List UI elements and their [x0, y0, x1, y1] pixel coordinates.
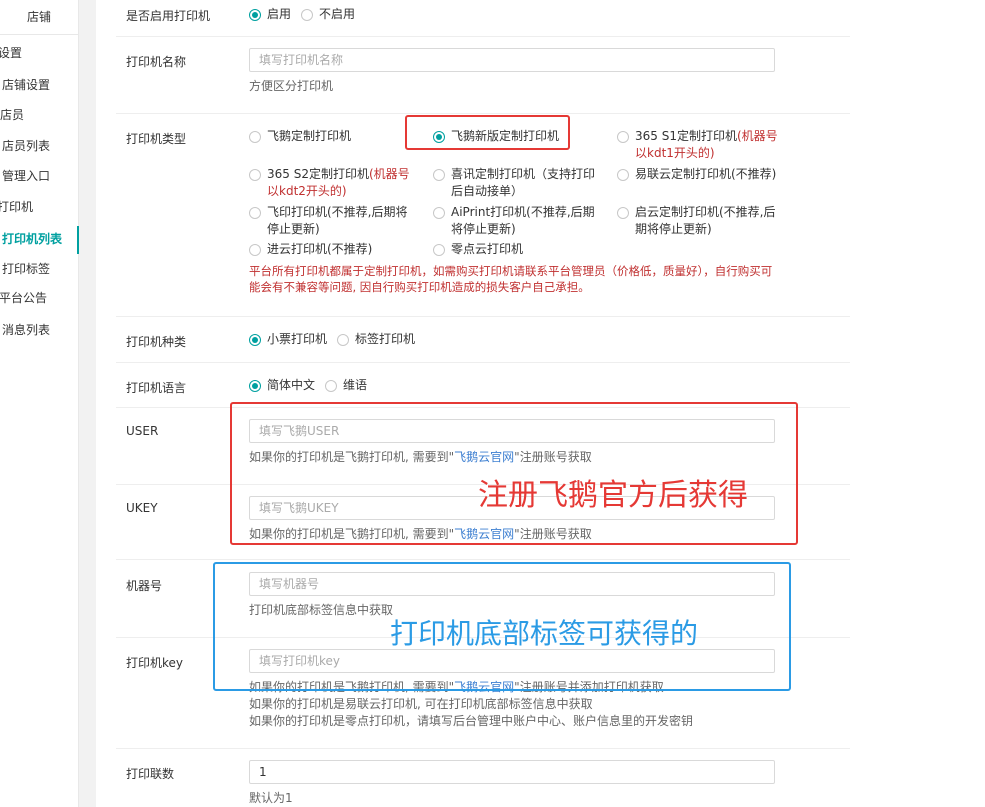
radio-unchecked-icon [617, 131, 629, 143]
type-radio-feie[interactable]: 飞鹅定制打印机 [249, 128, 414, 145]
radio-unchecked-icon [617, 207, 629, 219]
printer-name-help: 方便区分打印机 [249, 79, 334, 93]
annotation-note-register: 注册飞鹅官方后获得 [478, 478, 748, 513]
radio-unchecked-icon [617, 169, 629, 181]
type-radio-lingdian[interactable]: 零点云打印机 [433, 241, 598, 258]
printer-key-label: 打印机key [126, 656, 184, 670]
printer-type-warning: 平台所有打印机都属于定制打印机，如需购买打印机请联系平台管理员（价格低，质量好）… [249, 264, 773, 294]
sidebar-item-message-list[interactable]: 消息列表 [2, 320, 50, 340]
type-radio-365-s1[interactable]: 365 S1定制打印机(机器号以kdt1开头的) [617, 128, 782, 162]
sidebar: 店铺 设置 店铺设置 店员 店员列表 管理入口 打印机 打印机列表 打印标签 平… [0, 0, 79, 807]
sidebar-item-print-label[interactable]: 打印标签 [2, 259, 50, 279]
type-radio-aiprint[interactable]: AiPrint打印机(不推荐,后期将停止更新) [433, 204, 598, 238]
row-separator [116, 36, 850, 37]
enable-radio-on[interactable]: 启用 [249, 6, 291, 23]
language-radio-zh[interactable]: 简体中文 [249, 377, 315, 394]
row-separator [116, 362, 850, 363]
type-radio-365-s2[interactable]: 365 S2定制打印机(机器号以kdt2开头的) [249, 166, 414, 200]
radio-checked-icon [249, 9, 261, 21]
type-radio-xixun[interactable]: 喜讯定制打印机（支持打印后自动接单） [433, 166, 598, 200]
radio-checked-icon [249, 380, 261, 392]
sidebar-item-admin-entry[interactable]: 管理入口 [2, 166, 50, 186]
type-radio-jinyun[interactable]: 进云打印机(不推荐) [249, 241, 414, 258]
radio-unchecked-icon [337, 334, 349, 346]
printer-name-label: 打印机名称 [126, 55, 187, 69]
gutter [79, 0, 96, 807]
printer-kind-label: 打印机种类 [126, 335, 187, 349]
printer-key-help-yilianyun: 如果你的打印机是易联云打印机, 可在打印机底部标签信息中获取 [249, 697, 593, 711]
enable-radio-off[interactable]: 不启用 [301, 6, 355, 23]
sidebar-item-settings[interactable]: 设置 [0, 43, 22, 63]
radio-unchecked-icon [249, 169, 261, 181]
print-copies-label: 打印联数 [126, 767, 175, 781]
annotation-highlight-selected-type [405, 115, 570, 150]
row-separator [116, 559, 850, 560]
printer-language-label: 打印机语言 [126, 381, 187, 395]
type-radio-feiyin[interactable]: 飞印打印机(不推荐,后期将停止更新) [249, 204, 414, 238]
row-separator [116, 748, 850, 749]
sidebar-item-printer-list[interactable]: 打印机列表 [2, 229, 62, 249]
kind-radio-receipt[interactable]: 小票打印机 [249, 331, 327, 348]
type-radio-qiyun[interactable]: 启云定制打印机(不推荐,后期将停止更新) [617, 204, 782, 238]
radio-unchecked-icon [433, 169, 445, 181]
radio-unchecked-icon [325, 380, 337, 392]
sidebar-item-shop-settings[interactable]: 店铺设置 [2, 75, 50, 95]
sidebar-title: 店铺 [0, 0, 78, 35]
sidebar-item-staff-list[interactable]: 店员列表 [2, 136, 50, 156]
annotation-note-bottom-label: 打印机底部标签可获得的 [390, 617, 699, 650]
print-copies-help: 默认为1 [249, 791, 293, 805]
printer-name-input[interactable] [249, 48, 775, 72]
user-label: USER [126, 424, 159, 438]
print-copies-input[interactable] [249, 760, 775, 784]
ukey-label: UKEY [126, 501, 158, 515]
language-radio-ug[interactable]: 维语 [325, 377, 367, 394]
printer-type-label: 打印机类型 [126, 132, 187, 146]
radio-unchecked-icon [433, 244, 445, 256]
row-separator [116, 113, 850, 114]
sidebar-item-announcement[interactable]: 平台公告 [0, 288, 47, 308]
sidebar-item-staff[interactable]: 店员 [0, 105, 24, 125]
kind-radio-label[interactable]: 标签打印机 [337, 331, 415, 348]
radio-unchecked-icon [249, 207, 261, 219]
radio-unchecked-icon [433, 207, 445, 219]
enable-label: 是否启用打印机 [126, 9, 211, 23]
row-separator [116, 316, 850, 317]
radio-unchecked-icon [249, 131, 261, 143]
type-radio-yilianyun[interactable]: 易联云定制打印机(不推荐) [617, 166, 782, 183]
radio-unchecked-icon [249, 244, 261, 256]
machine-sn-label: 机器号 [126, 579, 163, 593]
sidebar-item-printer[interactable]: 打印机 [0, 197, 33, 217]
radio-checked-icon [249, 334, 261, 346]
printer-key-help-lingdian: 如果你的打印机是零点打印机，请填写后台管理中账户中心、账户信息里的开发密钥 [249, 714, 694, 728]
radio-unchecked-icon [301, 9, 313, 21]
